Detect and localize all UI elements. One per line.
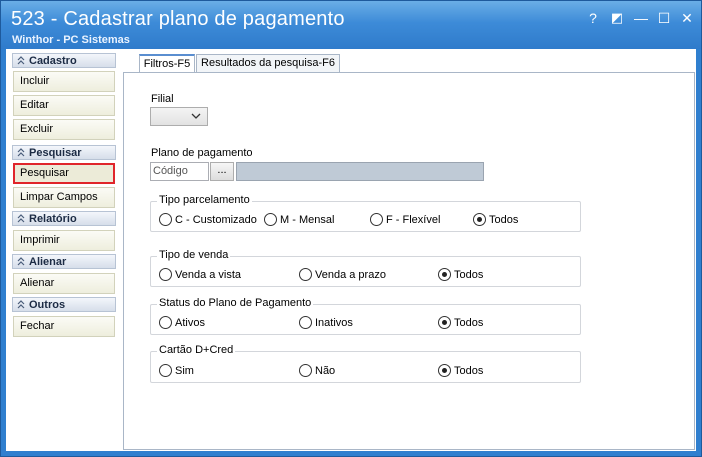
tipo-parcelamento-group: Tipo parcelamento C - Customizado M - Me… (150, 194, 581, 232)
chevron-up-icon (17, 214, 25, 223)
client-area: Cadastro Incluir Editar Excluir Pesquisa… (6, 49, 696, 451)
alienar-button[interactable]: Alienar (13, 273, 115, 294)
window-title: 523 - Cadastrar plano de pagamento (11, 8, 345, 30)
tabs-area: Filtros-F5 Resultados da pesquisa-F6 Fil… (123, 54, 695, 450)
section-title: Outros (29, 299, 66, 311)
tipo-venda-group: Tipo de venda Venda a vista Venda a praz… (150, 249, 581, 287)
window-subtitle: Winthor - PC Sistemas (12, 34, 130, 46)
radio-circle-icon (159, 364, 172, 377)
section-title: Pesquisar (29, 147, 82, 159)
radio-circle-icon (299, 316, 312, 329)
cartao-group: Cartão D+Cred Sim Não Todos (150, 344, 581, 383)
radio-circle-icon (159, 316, 172, 329)
radio-circle-icon (299, 268, 312, 281)
plano-label: Plano de pagamento (151, 147, 253, 159)
close-button[interactable]: ✕ (678, 9, 696, 27)
minimize-button[interactable]: — (632, 9, 650, 27)
incluir-button[interactable]: Incluir (13, 71, 115, 92)
pesquisar-button[interactable]: Pesquisar (13, 163, 115, 184)
status-group: Status do Plano de Pagamento Ativos Inat… (150, 297, 581, 335)
excluir-button[interactable]: Excluir (13, 119, 115, 140)
sidebar: Cadastro Incluir Editar Excluir Pesquisa… (12, 53, 116, 447)
limpar-campos-button[interactable]: Limpar Campos (13, 187, 115, 208)
maximize-button[interactable]: ☐ (655, 9, 673, 27)
group-title: Cartão D+Cred (157, 344, 236, 356)
section-title: Cadastro (29, 55, 77, 67)
section-title: Relatório (29, 213, 77, 225)
group-title: Status do Plano de Pagamento (157, 297, 314, 309)
radio-circle-icon (370, 213, 383, 226)
plano-code-input[interactable]: Código (150, 162, 209, 181)
group-title: Tipo parcelamento (157, 194, 252, 206)
filial-dropdown[interactable] (150, 107, 208, 126)
sidebar-section-pesquisar[interactable]: Pesquisar (12, 145, 116, 160)
application-window: 523 - Cadastrar plano de pagamento Winth… (0, 0, 702, 457)
sidebar-section-cadastro[interactable]: Cadastro (12, 53, 116, 68)
editar-button[interactable]: Editar (13, 95, 115, 116)
radio-circle-icon (159, 213, 172, 226)
chevron-up-icon (17, 300, 25, 309)
imprimir-button[interactable]: Imprimir (13, 230, 115, 251)
tab-resultados[interactable]: Resultados da pesquisa-F6 (196, 54, 340, 72)
chevron-up-icon (17, 56, 25, 65)
chevron-down-icon (191, 113, 201, 119)
radio-selected-icon (473, 213, 486, 226)
restore-panel-button[interactable]: ◩ (608, 9, 626, 27)
plano-search-button[interactable]: ... (210, 162, 234, 181)
sidebar-section-relatorio[interactable]: Relatório (12, 211, 116, 226)
tab-filtros[interactable]: Filtros-F5 (139, 54, 195, 73)
radio-circle-icon (159, 268, 172, 281)
help-button[interactable]: ? (584, 9, 602, 27)
plano-description-field (236, 162, 484, 181)
chevron-up-icon (17, 148, 25, 157)
title-bar[interactable]: 523 - Cadastrar plano de pagamento Winth… (1, 1, 701, 49)
filial-label: Filial (151, 93, 174, 105)
radio-selected-icon (438, 316, 451, 329)
radio-selected-icon (438, 268, 451, 281)
radio-circle-icon (299, 364, 312, 377)
section-title: Alienar (29, 256, 67, 268)
filters-panel: Filial Plano de pagamento Código ... Tip… (123, 72, 695, 450)
group-title: Tipo de venda (157, 249, 231, 261)
fechar-button[interactable]: Fechar (13, 316, 115, 337)
sidebar-section-alienar[interactable]: Alienar (12, 254, 116, 269)
radio-circle-icon (264, 213, 277, 226)
sidebar-section-outros[interactable]: Outros (12, 297, 116, 312)
radio-selected-icon (438, 364, 451, 377)
chevron-up-icon (17, 257, 25, 266)
